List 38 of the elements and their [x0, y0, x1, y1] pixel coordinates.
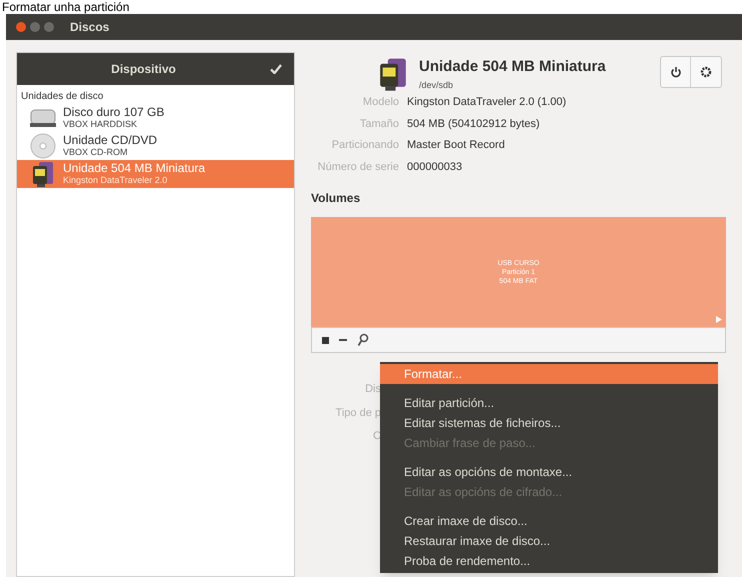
stop-icon[interactable] — [322, 336, 329, 344]
device-path: /dev/sdb — [419, 78, 454, 92]
menu-item[interactable]: Editar as opcións de montaxe... — [380, 462, 718, 482]
drive-name: Disco duro 107 GB — [63, 106, 164, 118]
property-label: Número de serie — [316, 160, 399, 174]
drive-name: Unidade 504 MB Miniatura — [63, 162, 206, 174]
menu-item[interactable]: Crear imaxe de disco... — [380, 511, 718, 531]
property-value: Kingston DataTraveler 2.0 (1.00) — [407, 95, 568, 110]
property-value: 504 MB (504102912 bytes) — [407, 116, 541, 132]
page-caption: Formatar unha partición — [2, 0, 130, 14]
property-label: C — [373, 429, 381, 444]
menu-item[interactable]: Proba de rendemento... — [380, 551, 718, 571]
volumes-heading: Volumes — [311, 190, 362, 207]
window-title: Discos — [70, 19, 110, 36]
menu-item[interactable]: Editar partición... — [380, 393, 718, 413]
menu-item[interactable]: Editar sistemas de ficheiros... — [380, 413, 718, 433]
drive-model: VBOX CD-ROM — [63, 146, 129, 158]
close-button[interactable] — [16, 22, 26, 32]
property-value: Master Boot Record — [407, 138, 506, 153]
property-value: 000000033 — [407, 160, 464, 174]
drive-model: VBOX HARDDISK — [63, 118, 138, 130]
property-label: Tamaño — [358, 116, 399, 132]
drive-model: Kingston DataTraveler 2.0 — [63, 174, 168, 186]
device-title: Unidade 504 MB Miniatura — [419, 57, 607, 77]
section-label: Unidades de disco — [20, 90, 104, 104]
gear-icon — [700, 66, 712, 78]
power-icon — [670, 66, 682, 78]
property-label: Particionando — [330, 138, 399, 153]
drive-name: Unidade CD/DVD — [63, 134, 158, 146]
drive-item[interactable]: Unidade CD/DVD VBOX CD-ROM — [17, 132, 294, 160]
disc-icon — [29, 132, 57, 160]
property-label: Modelo — [362, 95, 399, 110]
play-icon — [716, 316, 722, 323]
drive-item[interactable]: Disco duro 107 GB VBOX HARDDISK — [17, 104, 294, 132]
menu-item[interactable]: Restaurar imaxe de disco... — [380, 531, 718, 551]
property-label: Dis — [365, 382, 381, 397]
checkmark-icon[interactable] — [270, 64, 282, 74]
sidebar-heading: Dispositivo — [110, 61, 177, 78]
